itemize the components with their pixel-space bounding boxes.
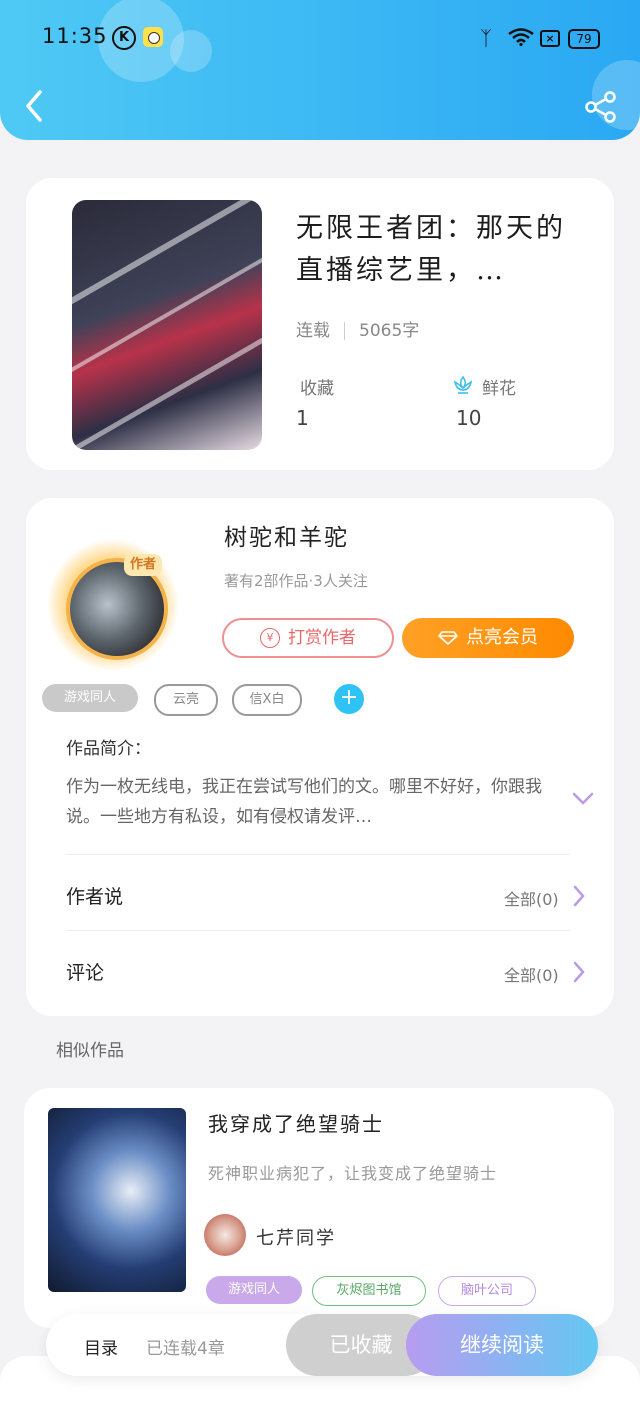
author-note-label[interactable]: 作者说 [66, 882, 123, 909]
k-app-icon: K [112, 26, 136, 50]
tag-item[interactable]: 信X白 [232, 684, 302, 716]
wifi-icon [508, 28, 534, 46]
intro-label: 作品简介： [66, 739, 151, 759]
comments-count[interactable]: 全部(0) [504, 962, 559, 986]
author-name[interactable]: 树驼和羊驼 [224, 518, 349, 552]
tag-item[interactable]: 游戏同人 [206, 1276, 302, 1304]
bluetooth-icon: ᛉ [480, 26, 492, 50]
similar-book-title[interactable]: 我穿成了绝望骑士 [208, 1108, 384, 1137]
vip-label: 点亮会员 [466, 627, 538, 648]
book-word-count: 5065字 [359, 321, 420, 341]
author-note-count[interactable]: 全部(0) [504, 886, 559, 910]
status-bar: 11:35 K ᛉ × 79 [0, 24, 640, 54]
chevron-right-icon[interactable] [572, 884, 586, 908]
similar-author-avatar[interactable] [204, 1214, 246, 1256]
bottom-action-bar: 目录 已连载4章 已收藏 继续阅读 [46, 1314, 598, 1376]
vip-button[interactable]: 点亮会员 [402, 618, 574, 658]
continue-reading-button[interactable]: 继续阅读 [406, 1314, 598, 1376]
chevron-down-icon[interactable] [572, 792, 594, 806]
yen-icon: ¥ [260, 628, 280, 648]
reward-author-button[interactable]: ¥ 打赏作者 [222, 618, 394, 658]
similar-author-name[interactable]: 七芹同学 [256, 1224, 336, 1250]
similar-book-card[interactable]: 我穿成了绝望骑士 死神职业病犯了，让我变成了绝望骑士 七芹同学 游戏同人 灰烬图… [24, 1088, 614, 1328]
share-icon[interactable] [584, 90, 618, 124]
author-subtitle: 著有2部作品·3人关注 [224, 572, 368, 590]
flower-icon [453, 375, 473, 394]
status-time: 11:35 [42, 24, 108, 48]
flowers-count: 10 [456, 406, 482, 430]
favorites-label: 收藏 [300, 379, 334, 399]
author-avatar[interactable]: 作者 [48, 540, 188, 670]
chevron-right-icon[interactable] [572, 960, 586, 984]
divider [66, 930, 570, 931]
chapter-count: 已连载4章 [146, 1339, 225, 1359]
meta-divider [344, 322, 345, 340]
similar-book-cover[interactable] [48, 1108, 186, 1292]
flowers-label: 鲜花 [482, 379, 516, 399]
tag-item[interactable]: 游戏同人 [42, 684, 138, 712]
book-meta: 连载 5065字 [296, 316, 419, 341]
divider [66, 854, 570, 855]
author-badge: 作者 [124, 554, 163, 576]
table-of-contents-button[interactable]: 目录 [84, 1334, 118, 1359]
book-status: 连载 [296, 321, 330, 341]
favorites-count: 1 [296, 406, 309, 430]
top-header: 11:35 K ᛉ × 79 [0, 0, 640, 140]
tag-item[interactable]: 云亮 [154, 684, 218, 716]
book-cover-image[interactable] [72, 200, 262, 450]
back-arrow-icon[interactable] [20, 88, 50, 124]
sim-off-icon: × [540, 30, 560, 47]
similar-book-description: 死神职业病犯了，让我变成了绝望骑士 [208, 1164, 498, 1183]
author-card: 作者 树驼和羊驼 著有2部作品·3人关注 ¥ 打赏作者 点亮会员 游戏同人 云亮 … [26, 498, 614, 1016]
diamond-icon [438, 631, 458, 645]
book-title: 无限王者团：那天的直播综艺里，… [296, 213, 566, 286]
add-tag-button[interactable]: + [334, 684, 364, 714]
tag-item[interactable]: 脑叶公司 [438, 1276, 536, 1306]
notification-app-icon [143, 27, 163, 47]
tag-item[interactable]: 灰烬图书馆 [312, 1276, 426, 1306]
reward-author-label: 打赏作者 [288, 628, 356, 648]
book-info-card: 无限王者团：那天的直播综艺里，… 连载 5065字 收藏 1 鲜花 10 [26, 178, 614, 470]
battery-icon: 79 [568, 29, 600, 49]
comments-label[interactable]: 评论 [66, 958, 104, 985]
similar-section-title: 相似作品 [56, 1041, 124, 1061]
intro-text: 作为一枚无线电，我正在尝试写他们的文。哪里不好好，你跟我说。一些地方有私设，如有… [66, 777, 542, 827]
